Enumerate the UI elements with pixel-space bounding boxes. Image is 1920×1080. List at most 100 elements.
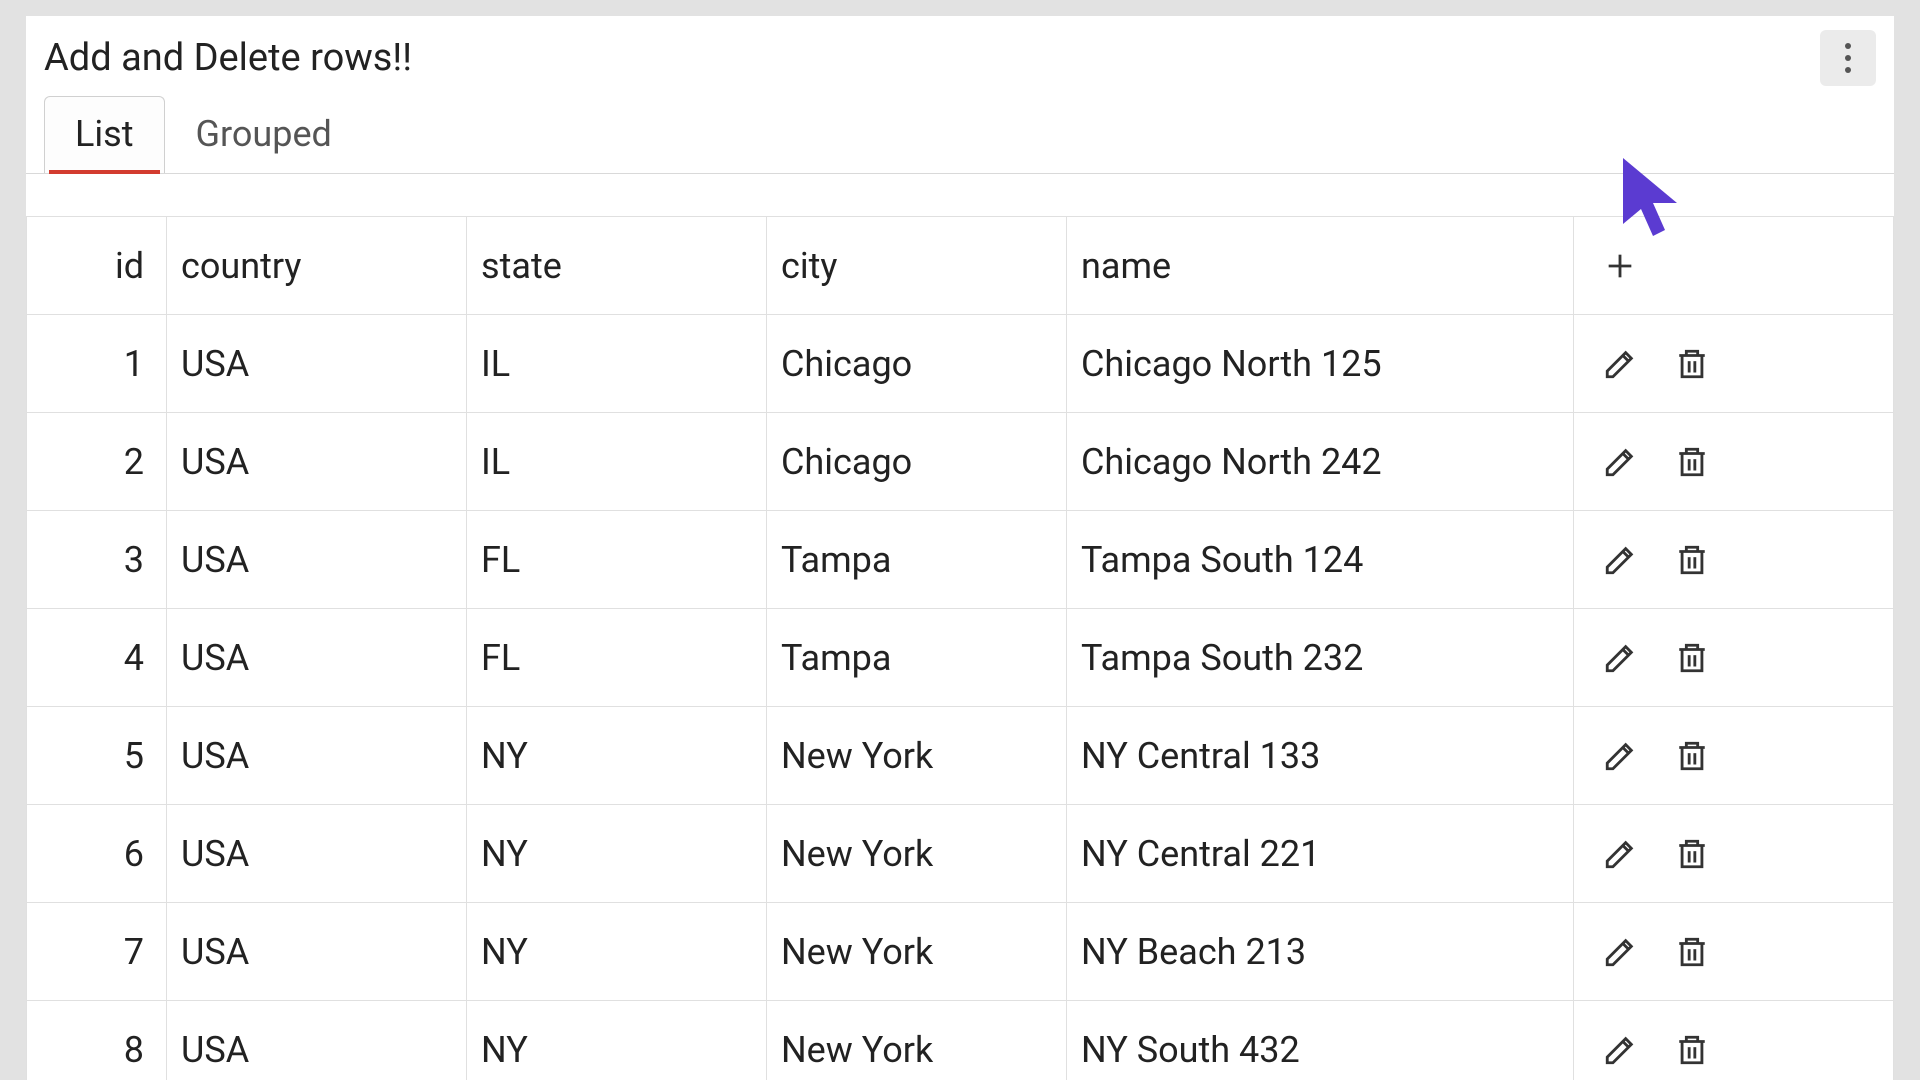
edit-row-button[interactable]: [1598, 930, 1642, 974]
cell-state: FL: [467, 609, 767, 707]
cell-state: FL: [467, 511, 767, 609]
edit-row-button[interactable]: [1598, 636, 1642, 680]
edit-row-button[interactable]: [1598, 440, 1642, 484]
table-row: 6USANYNew YorkNY Central 221: [27, 805, 1894, 903]
cell-country: USA: [167, 1001, 467, 1080]
cell-name: Chicago North 242: [1067, 413, 1574, 511]
cell-name: NY South 432: [1067, 1001, 1574, 1080]
cell-actions: [1574, 609, 1894, 707]
cell-country: USA: [167, 903, 467, 1001]
kebab-icon: [1845, 40, 1851, 76]
col-header-id[interactable]: id: [27, 217, 167, 315]
cell-state: NY: [467, 707, 767, 805]
delete-row-button[interactable]: [1670, 636, 1714, 680]
edit-row-button[interactable]: [1598, 734, 1642, 778]
pencil-icon: [1603, 1033, 1637, 1067]
cell-city: New York: [767, 903, 1067, 1001]
cell-country: USA: [167, 511, 467, 609]
edit-row-button[interactable]: [1598, 538, 1642, 582]
tab-list[interactable]: List: [44, 96, 165, 173]
cell-actions: [1574, 707, 1894, 805]
trash-icon: [1675, 837, 1709, 871]
cell-state: NY: [467, 805, 767, 903]
delete-row-button[interactable]: [1670, 342, 1714, 386]
pencil-icon: [1603, 347, 1637, 381]
panel-header: Add and Delete rows!!: [26, 16, 1894, 96]
pencil-icon: [1603, 739, 1637, 773]
trash-icon: [1675, 445, 1709, 479]
cell-id: 4: [27, 609, 167, 707]
cell-country: USA: [167, 315, 467, 413]
cell-id: 2: [27, 413, 167, 511]
trash-icon: [1675, 935, 1709, 969]
cell-state: NY: [467, 903, 767, 1001]
cell-city: New York: [767, 805, 1067, 903]
tab-grouped[interactable]: Grouped: [165, 96, 363, 173]
pencil-icon: [1603, 445, 1637, 479]
trash-icon: [1675, 1033, 1709, 1067]
pencil-icon: [1603, 935, 1637, 969]
cell-country: USA: [167, 413, 467, 511]
table-row: 1USAILChicagoChicago North 125: [27, 315, 1894, 413]
pencil-icon: [1603, 837, 1637, 871]
cell-name: NY Beach 213: [1067, 903, 1574, 1001]
cell-country: USA: [167, 609, 467, 707]
data-table: id country state city name 1USAILChicago…: [26, 216, 1894, 1080]
plus-icon: [1603, 249, 1637, 283]
cell-city: Chicago: [767, 413, 1067, 511]
col-header-actions: [1574, 217, 1894, 315]
table-row: 4USAFLTampaTampa South 232: [27, 609, 1894, 707]
table-scroll-area[interactable]: id country state city name 1USAILChicago…: [26, 216, 1894, 1080]
trash-icon: [1675, 543, 1709, 577]
trash-icon: [1675, 641, 1709, 675]
table-row: 3USAFLTampaTampa South 124: [27, 511, 1894, 609]
cell-country: USA: [167, 707, 467, 805]
cell-actions: [1574, 1001, 1894, 1080]
table-row: 5USANYNew YorkNY Central 133: [27, 707, 1894, 805]
cell-city: Chicago: [767, 315, 1067, 413]
panel-title: Add and Delete rows!!: [44, 36, 412, 80]
pencil-icon: [1603, 641, 1637, 675]
col-header-name[interactable]: name: [1067, 217, 1574, 315]
table-row: 8USANYNew YorkNY South 432: [27, 1001, 1894, 1080]
cell-state: NY: [467, 1001, 767, 1080]
delete-row-button[interactable]: [1670, 734, 1714, 778]
col-header-city[interactable]: city: [767, 217, 1067, 315]
add-row-button[interactable]: [1598, 244, 1642, 288]
delete-row-button[interactable]: [1670, 1028, 1714, 1072]
cell-state: IL: [467, 413, 767, 511]
cell-actions: [1574, 315, 1894, 413]
cell-state: IL: [467, 315, 767, 413]
cell-actions: [1574, 413, 1894, 511]
cell-name: NY Central 133: [1067, 707, 1574, 805]
cell-city: Tampa: [767, 511, 1067, 609]
cell-id: 1: [27, 315, 167, 413]
cell-id: 8: [27, 1001, 167, 1080]
tabs: List Grouped: [26, 96, 1894, 174]
cell-name: Chicago North 125: [1067, 315, 1574, 413]
delete-row-button[interactable]: [1670, 440, 1714, 484]
cell-name: Tampa South 232: [1067, 609, 1574, 707]
edit-row-button[interactable]: [1598, 832, 1642, 876]
cell-country: USA: [167, 805, 467, 903]
cell-id: 6: [27, 805, 167, 903]
col-header-state[interactable]: state: [467, 217, 767, 315]
edit-row-button[interactable]: [1598, 342, 1642, 386]
table-row: 7USANYNew YorkNY Beach 213: [27, 903, 1894, 1001]
cell-name: Tampa South 124: [1067, 511, 1574, 609]
pencil-icon: [1603, 543, 1637, 577]
delete-row-button[interactable]: [1670, 832, 1714, 876]
panel-menu-button[interactable]: [1820, 30, 1876, 86]
edit-row-button[interactable]: [1598, 1028, 1642, 1072]
delete-row-button[interactable]: [1670, 930, 1714, 974]
trash-icon: [1675, 347, 1709, 381]
cell-city: New York: [767, 707, 1067, 805]
cell-id: 7: [27, 903, 167, 1001]
col-header-country[interactable]: country: [167, 217, 467, 315]
cell-id: 3: [27, 511, 167, 609]
cell-id: 5: [27, 707, 167, 805]
table-row: 2USAILChicagoChicago North 242: [27, 413, 1894, 511]
cell-city: Tampa: [767, 609, 1067, 707]
delete-row-button[interactable]: [1670, 538, 1714, 582]
cell-city: New York: [767, 1001, 1067, 1080]
